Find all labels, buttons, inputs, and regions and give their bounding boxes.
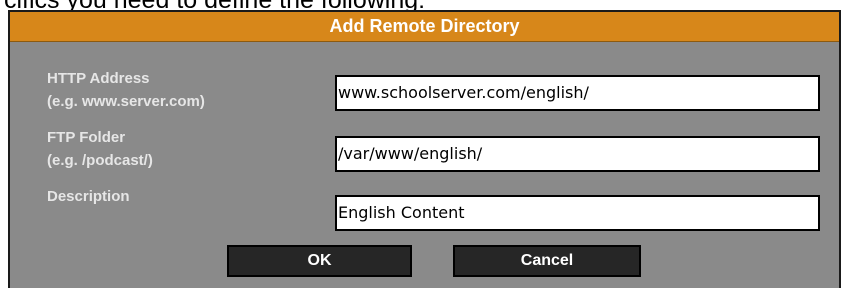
description-field[interactable]: English Content [335, 195, 820, 231]
page: cifics you need to define the following:… [0, 0, 849, 288]
ftp-folder-hint: (e.g. /podcast/) [47, 152, 153, 169]
ftp-folder-field[interactable]: /var/www/english/ [335, 136, 820, 172]
http-address-field[interactable]: www.schoolserver.com/english/ [335, 75, 820, 111]
add-remote-directory-dialog: Add Remote Directory HTTP Address (e.g. … [8, 10, 841, 288]
http-address-label: HTTP Address [47, 70, 150, 87]
ftp-folder-label: FTP Folder [47, 129, 126, 146]
dialog-title: Add Remote Directory [10, 12, 839, 42]
description-label: Description [47, 188, 130, 205]
cancel-button[interactable]: Cancel [453, 245, 641, 277]
ok-button[interactable]: OK [227, 245, 412, 277]
http-address-hint: (e.g. www.server.com) [47, 93, 205, 110]
